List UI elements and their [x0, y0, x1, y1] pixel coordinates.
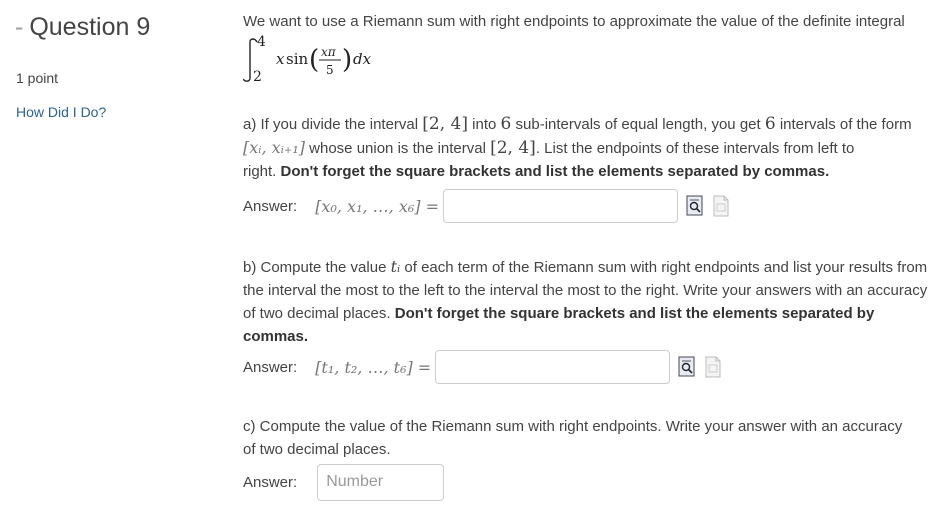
- part-a-t6: . List the endpoints of these intervals …: [535, 140, 855, 157]
- part-a-text: a) If you divide the interval [2, 4] int…: [243, 113, 943, 183]
- part-b-line3a: of two decimal places.: [243, 305, 395, 322]
- part-c-line1: c) Compute the value of the Riemann sum …: [243, 418, 903, 435]
- part-c-number-input[interactable]: [317, 463, 445, 501]
- left-paren: (: [309, 45, 319, 75]
- part-c-text: c) Compute the value of the Riemann sum …: [243, 415, 943, 461]
- question-points: 1 point: [16, 70, 59, 86]
- integrand-sin: sin: [286, 50, 308, 68]
- part-a-n1: 6: [500, 114, 512, 134]
- part-a-interval2: [2, 4]: [490, 138, 536, 158]
- how-did-i-do-link[interactable]: How Did I Do?: [16, 104, 106, 120]
- part-a-t3: sub-intervals of equal length, you get: [511, 116, 765, 133]
- part-c-answer-row: Answer:: [243, 463, 445, 501]
- part-a-answer-label: Answer:: [243, 197, 298, 215]
- part-a-answer-input[interactable]: [443, 189, 678, 223]
- preview-icon[interactable]: [686, 195, 704, 217]
- part-b-answer-label: Answer:: [243, 358, 298, 376]
- part-b-line2: the interval the most to the left to the…: [243, 282, 928, 299]
- part-a-interval: [2, 4]: [422, 114, 468, 134]
- question-heading: - Question 9: [15, 13, 150, 42]
- integral-lower: 2: [253, 69, 262, 84]
- right-paren: ): [342, 45, 352, 75]
- part-a-t7: right.: [243, 163, 281, 180]
- part-b-answer-row: Answer: [t₁, t₂, …, t₆] =: [243, 348, 722, 386]
- part-b-ti: tᵢ: [390, 257, 401, 276]
- part-b-answer-input[interactable]: [435, 350, 671, 384]
- help-document-icon[interactable]: [712, 195, 730, 217]
- part-c-line2: of two decimal places.: [243, 441, 391, 458]
- part-a-t2: into: [467, 116, 501, 133]
- help-document-icon[interactable]: [704, 356, 722, 378]
- integral-expression: 4 2 x sin ( xπ 5 ) dx: [243, 34, 372, 84]
- problem-intro: We want to use a Riemann sum with right …: [243, 13, 905, 30]
- part-a-t5: whose union is the interval: [305, 140, 491, 157]
- part-a-form: [xᵢ, xᵢ₊₁]: [243, 138, 305, 157]
- part-b-bold1: Don't forget the square brackets and lis…: [394, 305, 875, 322]
- part-b-t2: of each term of the Riemann sum with rig…: [400, 259, 928, 276]
- fraction-numerator: xπ: [321, 45, 337, 59]
- part-a-answer-row: Answer: [x₀, x₁, …, x₆] =: [243, 187, 730, 225]
- part-b-answer-math: [t₁, t₂, …, t₆] =: [315, 357, 432, 377]
- part-a-bold: Don't forget the square brackets and lis…: [280, 163, 830, 180]
- part-a-t4: intervals of the form: [775, 116, 912, 133]
- part-a-n2: 6: [764, 114, 776, 134]
- part-c-answer-label: Answer:: [243, 473, 298, 491]
- part-a-answer-math: [x₀, x₁, …, x₆] =: [315, 196, 439, 216]
- integrand-dx: dx: [353, 50, 372, 68]
- part-b-text: b) Compute the value tᵢ of each term of …: [243, 255, 943, 348]
- integrand-x: x: [276, 50, 285, 68]
- integral-upper: 4: [257, 34, 266, 50]
- part-a-t1: a) If you divide the interval: [243, 116, 423, 133]
- question-title: Question 9: [29, 13, 151, 41]
- fraction-denominator: 5: [326, 63, 334, 77]
- collapse-dash[interactable]: -: [15, 13, 23, 41]
- part-b-bold2: commas.: [243, 328, 309, 345]
- preview-icon[interactable]: [678, 356, 696, 378]
- part-b-t1: b) Compute the value: [243, 259, 391, 276]
